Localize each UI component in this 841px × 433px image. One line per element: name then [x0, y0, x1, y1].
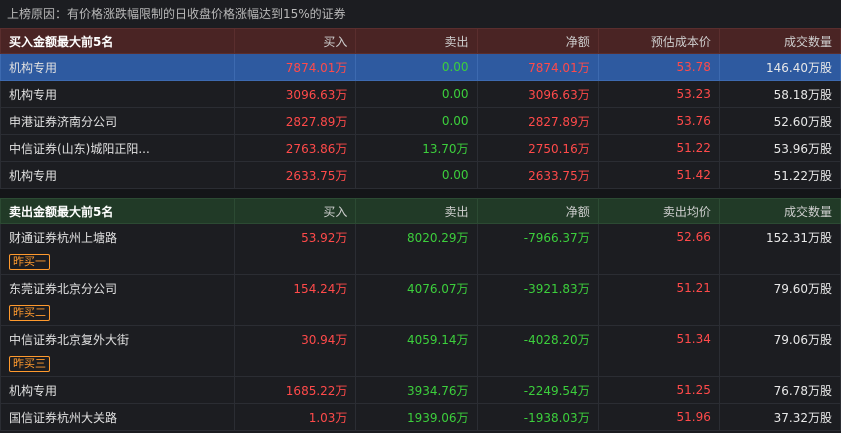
sell-amount: 8020.29万 [355, 223, 478, 250]
net-amount: -1938.03万 [476, 403, 599, 431]
volume: 79.60万股 [718, 274, 841, 301]
seat-name[interactable]: 机构专用 [0, 161, 236, 189]
buy-amount: 2633.75万 [234, 161, 357, 189]
col-header-net[interactable]: 净额 [476, 28, 599, 54]
section-divider [0, 188, 841, 198]
avg-price: 52.66 [597, 223, 720, 250]
sell-amount: 0.00 [355, 53, 478, 81]
volume: 52.60万股 [718, 107, 841, 135]
yesterday-buy-badge: 昨买二 [9, 305, 50, 321]
net-amount: -2249.54万 [476, 376, 599, 404]
sell-amount: 4076.07万 [355, 274, 478, 301]
buy-header-row: 买入金额最大前5名 买入 卖出 净额 预估成本价 成交数量 [0, 28, 841, 54]
col-header-sell[interactable]: 卖出 [355, 198, 478, 224]
volume: 152.31万股 [718, 223, 841, 250]
sell-table: 卖出金额最大前5名 买入 卖出 净额 卖出均价 成交数量 财通证券杭州上塘路 5… [0, 198, 841, 431]
sell-amount: 1939.06万 [355, 403, 478, 431]
avg-price: 51.25 [597, 376, 720, 404]
table-row[interactable]: 东莞证券北京分公司 154.24万 4076.07万 -3921.83万 51.… [0, 274, 841, 301]
net-amount: -7966.37万 [476, 223, 599, 250]
table-row[interactable]: 机构专用 7874.01万 0.00 7874.01万 53.78 146.40… [0, 53, 841, 81]
col-header-price[interactable]: 预估成本价 [597, 28, 720, 54]
buy-amount: 2763.86万 [234, 134, 357, 162]
net-amount: 2633.75万 [476, 161, 599, 189]
net-amount: 3096.63万 [476, 80, 599, 108]
table-row[interactable]: 申港证券济南分公司 2827.89万 0.00 2827.89万 53.76 5… [0, 107, 841, 135]
col-header-net[interactable]: 净额 [476, 198, 599, 224]
avg-price: 51.21 [597, 274, 720, 301]
avg-price: 51.96 [597, 403, 720, 431]
buy-amount: 1685.22万 [234, 376, 357, 404]
buy-amount: 53.92万 [234, 223, 357, 250]
avg-price: 53.76 [597, 107, 720, 135]
badge-row: 昨买一 [0, 250, 841, 275]
seat-name[interactable]: 机构专用 [0, 80, 236, 108]
sell-amount: 0.00 [355, 107, 478, 135]
seat-name[interactable]: 财通证券杭州上塘路 [0, 223, 236, 250]
sell-section-title: 卖出金额最大前5名 [0, 198, 236, 224]
buy-amount: 1.03万 [234, 403, 357, 431]
buy-table: 买入金额最大前5名 买入 卖出 净额 预估成本价 成交数量 机构专用 7874.… [0, 28, 841, 198]
buy-amount: 7874.01万 [234, 53, 357, 81]
buy-amount: 154.24万 [234, 274, 357, 301]
seat-name[interactable]: 中信证券(山东)城阳正阳... [0, 134, 236, 162]
net-amount: 7874.01万 [476, 53, 599, 81]
sell-amount: 13.70万 [355, 134, 478, 162]
seat-name[interactable]: 东莞证券北京分公司 [0, 274, 236, 301]
volume: 51.22万股 [718, 161, 841, 189]
sell-amount: 0.00 [355, 161, 478, 189]
volume: 79.06万股 [718, 325, 841, 352]
buy-amount: 3096.63万 [234, 80, 357, 108]
volume: 53.96万股 [718, 134, 841, 162]
volume: 37.32万股 [718, 403, 841, 431]
volume: 58.18万股 [718, 80, 841, 108]
sell-amount: 0.00 [355, 80, 478, 108]
avg-price: 51.22 [597, 134, 720, 162]
net-amount: -4028.20万 [476, 325, 599, 352]
col-header-sell[interactable]: 卖出 [355, 28, 478, 54]
net-amount: 2750.16万 [476, 134, 599, 162]
sell-amount: 3934.76万 [355, 376, 478, 404]
table-row[interactable]: 中信证券北京复外大街 30.94万 4059.14万 -4028.20万 51.… [0, 325, 841, 352]
badge-row: 昨买二 [0, 301, 841, 326]
col-header-buy[interactable]: 买入 [234, 28, 357, 54]
buy-amount: 30.94万 [234, 325, 357, 352]
table-row[interactable]: 机构专用 1685.22万 3934.76万 -2249.54万 51.25 7… [0, 376, 841, 404]
volume: 76.78万股 [718, 376, 841, 404]
col-header-volume[interactable]: 成交数量 [718, 198, 841, 224]
table-row[interactable]: 机构专用 2633.75万 0.00 2633.75万 51.42 51.22万… [0, 161, 841, 189]
col-header-buy[interactable]: 买入 [234, 198, 357, 224]
seat-name[interactable]: 申港证券济南分公司 [0, 107, 236, 135]
seat-name[interactable]: 机构专用 [0, 53, 236, 81]
table-row[interactable]: 机构专用 3096.63万 0.00 3096.63万 53.23 58.18万… [0, 80, 841, 108]
avg-price: 51.34 [597, 325, 720, 352]
net-amount: -3921.83万 [476, 274, 599, 301]
seat-name[interactable]: 机构专用 [0, 376, 236, 404]
seat-name[interactable]: 国信证券杭州大关路 [0, 403, 236, 431]
seat-name[interactable]: 中信证券北京复外大街 [0, 325, 236, 352]
yesterday-buy-badge: 昨买三 [9, 356, 50, 372]
badge-row: 昨买三 [0, 352, 841, 377]
yesterday-buy-badge: 昨买一 [9, 254, 50, 270]
buy-amount: 2827.89万 [234, 107, 357, 135]
volume: 146.40万股 [718, 53, 841, 81]
col-header-price[interactable]: 卖出均价 [597, 198, 720, 224]
table-row[interactable]: 中信证券(山东)城阳正阳... 2763.86万 13.70万 2750.16万… [0, 134, 841, 162]
sell-header-row: 卖出金额最大前5名 买入 卖出 净额 卖出均价 成交数量 [0, 198, 841, 224]
col-header-volume[interactable]: 成交数量 [718, 28, 841, 54]
net-amount: 2827.89万 [476, 107, 599, 135]
listing-reason: 上榜原因：有价格涨跌幅限制的日收盘价格涨幅达到15%的证券 [0, 0, 841, 28]
avg-price: 53.78 [597, 53, 720, 81]
buy-section-title: 买入金额最大前5名 [0, 28, 236, 54]
table-row[interactable]: 国信证券杭州大关路 1.03万 1939.06万 -1938.03万 51.96… [0, 403, 841, 431]
avg-price: 51.42 [597, 161, 720, 189]
table-row[interactable]: 财通证券杭州上塘路 53.92万 8020.29万 -7966.37万 52.6… [0, 223, 841, 250]
sell-amount: 4059.14万 [355, 325, 478, 352]
avg-price: 53.23 [597, 80, 720, 108]
